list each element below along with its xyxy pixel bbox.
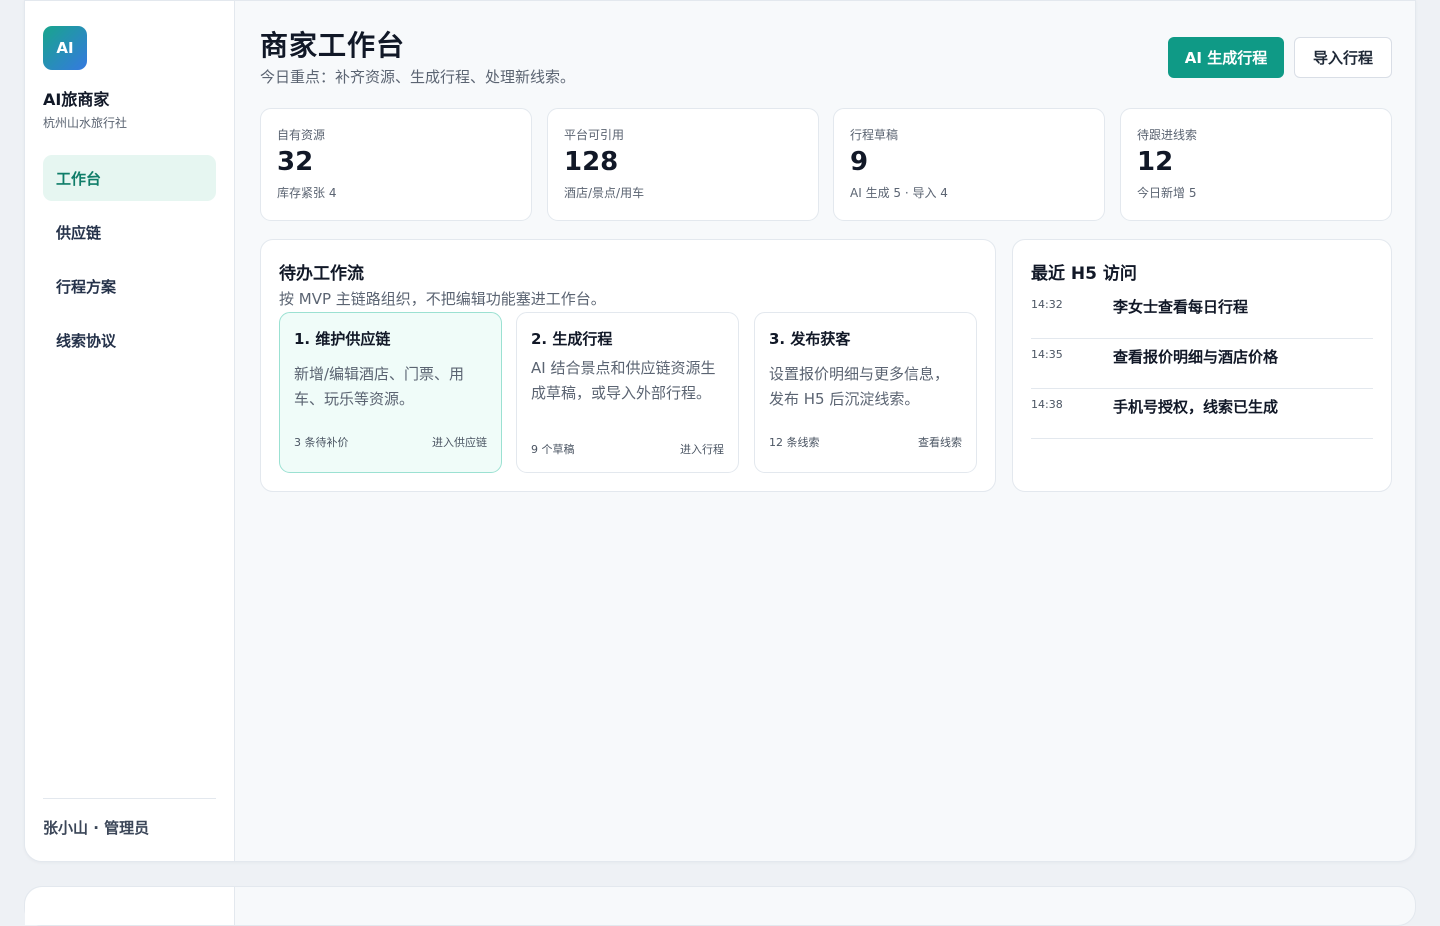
- app-window: AI AI旅商家 杭州山水旅行社 工作台 供应链 行程方案 线索协议 张小山 ·…: [24, 0, 1416, 862]
- brand-name: AI旅商家: [43, 90, 110, 109]
- h5-visits-panel: 最近 H5 访问 14:32 李女士查看每日行程 14:35 查看报价明细与酒店…: [1012, 239, 1392, 492]
- stat-label: 平台可引用: [564, 128, 625, 142]
- import-itinerary-button[interactable]: 导入行程: [1294, 37, 1392, 78]
- sidebar-divider: [43, 798, 216, 799]
- step-desc: 新增/编辑酒店、门票、用车、玩乐等资源。: [294, 365, 465, 408]
- step-footer: 12 条线索 查看线索: [769, 434, 962, 450]
- step-link[interactable]: 进入行程: [680, 441, 724, 457]
- step-title: 3. 发布获客: [769, 330, 851, 348]
- next-app-window-edge: [24, 886, 1416, 926]
- step-title: 2. 生成行程: [531, 330, 613, 348]
- visit-time: 14:35: [1031, 348, 1063, 361]
- visit-row[interactable]: 14:32 李女士查看每日行程: [1031, 289, 1373, 339]
- visit-row[interactable]: 14:38 手机号授权，线索已生成: [1031, 389, 1373, 439]
- sidebar-item-supply-chain[interactable]: 供应链: [43, 209, 216, 255]
- stat-value: 32: [277, 147, 314, 177]
- stat-card-drafts: 行程草稿 9 AI 生成 5 · 导入 4: [833, 108, 1105, 221]
- step-card-supply-chain[interactable]: 1. 维护供应链 新增/编辑酒店、门票、用车、玩乐等资源。 3 条待补价 进入供…: [279, 312, 502, 473]
- visit-text: 查看报价明细与酒店价格: [1113, 348, 1279, 366]
- main-content: 商家工作台 今日重点：补齐资源、生成行程、处理新线索。 AI 生成行程 导入行程…: [260, 1, 1415, 861]
- visits-title: 最近 H5 访问: [1031, 264, 1137, 284]
- next-sidebar-edge: [25, 887, 235, 925]
- step-card-publish[interactable]: 3. 发布获客 设置报价明细与更多信息，发布 H5 后沉淀线索。 12 条线索 …: [754, 312, 977, 473]
- stat-value: 128: [564, 147, 619, 177]
- stat-note: AI 生成 5 · 导入 4: [850, 186, 948, 200]
- stat-label: 自有资源: [277, 128, 326, 142]
- step-desc: AI 结合景点和供应链资源生成草稿，或导入外部行程。: [531, 359, 716, 402]
- visit-text: 李女士查看每日行程: [1113, 298, 1249, 316]
- workflow-panel: 待办工作流 按 MVP 主链路组织，不把编辑功能塞进工作台。 1. 维护供应链 …: [260, 239, 996, 492]
- step-count: 3 条待补价: [294, 436, 349, 449]
- visit-text: 手机号授权，线索已生成: [1113, 398, 1279, 416]
- sidebar-item-workbench[interactable]: 工作台: [43, 155, 216, 201]
- stat-label: 待跟进线索: [1137, 128, 1198, 142]
- stat-value: 12: [1137, 147, 1174, 177]
- sidebar-item-leads[interactable]: 线索协议: [43, 317, 216, 363]
- stat-label: 行程草稿: [850, 128, 899, 142]
- brand-subtitle: 杭州山水旅行社: [43, 116, 128, 130]
- stats-row: 自有资源 32 库存紧张 4 平台可引用 128 酒店/景点/用车 行程草稿 9…: [260, 108, 1392, 221]
- workflow-steps: 1. 维护供应链 新增/编辑酒店、门票、用车、玩乐等资源。 3 条待补价 进入供…: [279, 312, 977, 473]
- step-title: 1. 维护供应链: [294, 330, 391, 348]
- visit-time: 14:38: [1031, 398, 1063, 411]
- page-title: 商家工作台: [260, 29, 406, 62]
- visit-list: 14:32 李女士查看每日行程 14:35 查看报价明细与酒店价格 14:38 …: [1031, 289, 1373, 439]
- stat-card-platform: 平台可引用 128 酒店/景点/用车: [547, 108, 819, 221]
- step-link[interactable]: 查看线索: [918, 434, 962, 450]
- step-link[interactable]: 进入供应链: [432, 434, 487, 450]
- logo-icon: AI: [43, 26, 87, 70]
- step-count: 9 个草稿: [531, 443, 575, 456]
- step-count: 12 条线索: [769, 436, 820, 449]
- stat-note: 今日新增 5: [1137, 186, 1197, 200]
- step-card-itinerary[interactable]: 2. 生成行程 AI 结合景点和供应链资源生成草稿，或导入外部行程。 9 个草稿…: [516, 312, 739, 473]
- visit-time: 14:32: [1031, 298, 1063, 311]
- workflow-desc: 按 MVP 主链路组织，不把编辑功能塞进工作台。: [279, 290, 606, 308]
- visit-row[interactable]: 14:35 查看报价明细与酒店价格: [1031, 339, 1373, 389]
- stat-value: 9: [850, 147, 869, 177]
- ai-generate-button[interactable]: AI 生成行程: [1168, 37, 1284, 78]
- sidebar: AI AI旅商家 杭州山水旅行社 工作台 供应链 行程方案 线索协议 张小山 ·…: [25, 1, 235, 861]
- sidebar-item-itinerary[interactable]: 行程方案: [43, 263, 216, 309]
- page-subtitle: 今日重点：补齐资源、生成行程、处理新线索。: [260, 68, 576, 86]
- stat-note: 酒店/景点/用车: [564, 186, 645, 200]
- user-info[interactable]: 张小山 · 管理员: [43, 817, 149, 838]
- step-desc: 设置报价明细与更多信息，发布 H5 后沉淀线索。: [769, 365, 950, 408]
- step-footer: 3 条待补价 进入供应链: [294, 434, 487, 450]
- stat-card-leads: 待跟进线索 12 今日新增 5: [1120, 108, 1392, 221]
- workflow-title: 待办工作流: [279, 264, 364, 284]
- stat-card-own-resources: 自有资源 32 库存紧张 4: [260, 108, 532, 221]
- step-footer: 9 个草稿 进入行程: [531, 441, 724, 457]
- stat-note: 库存紧张 4: [277, 186, 337, 200]
- sidebar-nav: 工作台 供应链 行程方案 线索协议: [43, 155, 216, 371]
